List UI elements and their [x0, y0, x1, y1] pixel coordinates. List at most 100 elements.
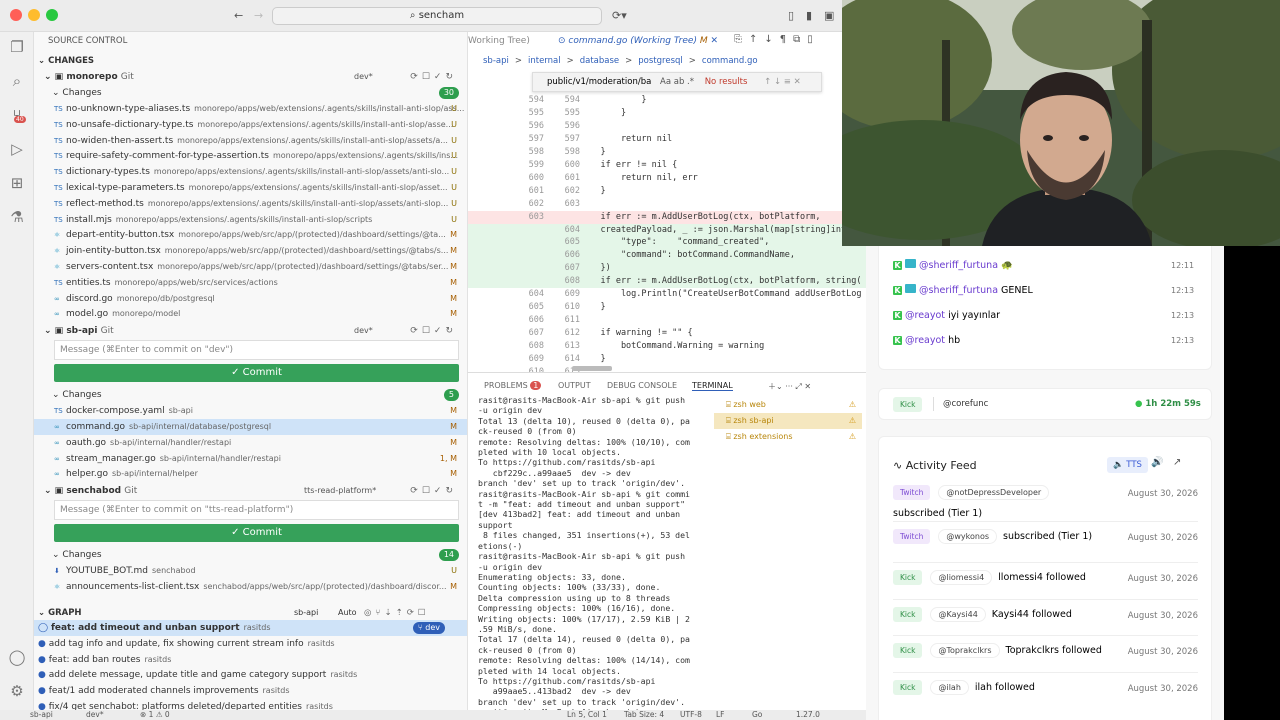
- event-user[interactable]: @Kaysi44: [930, 607, 986, 622]
- file-item[interactable]: ∞ model.go monorepo/model M: [34, 306, 467, 322]
- volume-icon[interactable]: 🔊: [1151, 457, 1163, 468]
- repo-actions-icon[interactable]: ⟳☐✓↻: [410, 483, 457, 499]
- account-icon[interactable]: ◯: [8, 648, 26, 666]
- file-item[interactable]: ∞ discord.go monorepo/db/postgresql M: [34, 291, 467, 307]
- tab-terminal[interactable]: TERMINAL: [692, 381, 733, 391]
- layout-sidebar-icon[interactable]: ▯: [788, 9, 794, 22]
- file-item[interactable]: ⚛ announcements-list-client.tsx senchabod/…: [34, 579, 467, 595]
- file-item[interactable]: TS no-unknown-type-aliases.ts monorepo/app…: [34, 101, 467, 117]
- terminal-instance[interactable]: ⌸ zsh sb-api ⚠: [714, 413, 862, 429]
- event-user[interactable]: @wykonos: [938, 529, 998, 544]
- chat-user[interactable]: @sheriff_furtuna: [919, 260, 998, 271]
- file-item[interactable]: TS dictionary-types.ts monorepo/apps/exten…: [34, 164, 467, 180]
- find-input[interactable]: public/v1/moderation/ba: [547, 77, 651, 87]
- chat-user[interactable]: @reayot: [905, 335, 945, 346]
- close-window-button[interactable]: [10, 9, 22, 21]
- code-line[interactable]: 599 600 if err != nil {: [468, 159, 866, 172]
- breadcrumb-item[interactable]: database: [580, 56, 619, 66]
- command-search-box[interactable]: ⌕ sencham: [272, 7, 602, 25]
- file-item[interactable]: TS no-unsafe-dictionary-type.ts monorepo/a…: [34, 117, 467, 133]
- code-line[interactable]: 603 if err := m.AddUserBotLog(ctx, botPl…: [468, 210, 866, 224]
- chat-user[interactable]: @sheriff_furtuna: [919, 285, 998, 296]
- tab-problems[interactable]: PROBLEMS 1: [484, 381, 542, 390]
- terminal-actions[interactable]: ＋⌄ ··· ⤢ ✕: [768, 381, 811, 392]
- extensions-icon[interactable]: ⊞: [8, 174, 26, 192]
- code-line[interactable]: 602 603: [468, 198, 866, 211]
- code-line[interactable]: 605 "type": "command_created",: [468, 236, 866, 250]
- open-external-icon[interactable]: ↗: [1173, 457, 1181, 468]
- run-debug-icon[interactable]: ▷: [8, 140, 26, 158]
- file-item[interactable]: ⚛ join-entity-button.tsx monorepo/apps/web…: [34, 243, 467, 259]
- code-line[interactable]: 600 601 return nil, err: [468, 172, 866, 185]
- file-item[interactable]: TS entities.ts monorepo/apps/web/src/servi…: [34, 275, 467, 291]
- search-icon[interactable]: ⌕: [8, 72, 26, 90]
- repo-header-monorepo[interactable]: ⌄ ▣ monorepo Git dev* ⟳☐✓↻: [34, 69, 467, 85]
- event-user[interactable]: @notDepressDeveloper: [938, 485, 1050, 500]
- breadcrumb-item[interactable]: command.go: [702, 56, 758, 66]
- file-item[interactable]: ∞ command.go sb-api/internal/database/post…: [34, 419, 467, 435]
- status-tab-size[interactable]: Tab Size: 4: [624, 710, 664, 720]
- file-item[interactable]: TS reflect-method.ts monorepo/apps/extensi…: [34, 196, 467, 212]
- stream-channel[interactable]: @corefunc: [943, 399, 988, 409]
- editor-actions[interactable]: ⎘↑↓¶⧉▯: [734, 34, 820, 45]
- commit-message-input[interactable]: Message (⌘Enter to commit on "tts-read-p…: [54, 500, 459, 521]
- graph-repo[interactable]: sb-api: [294, 605, 318, 621]
- status-version[interactable]: 1.27.0: [796, 710, 820, 720]
- event-user[interactable]: @liomessi4: [930, 570, 993, 585]
- graph-commit[interactable]: ● add delete message, update title and g…: [34, 667, 467, 683]
- layout-customize-icon[interactable]: ▣: [824, 9, 834, 22]
- file-item[interactable]: ∞ oauth.go sb-api/internal/handler/restapi…: [34, 435, 467, 451]
- code-line[interactable]: 608 613 botCommand.Warning = warning: [468, 340, 866, 353]
- graph-commit[interactable]: ● add tag info and update, fix showing c…: [34, 636, 467, 652]
- graph-mode[interactable]: Auto: [338, 605, 357, 621]
- editor-scrollbar[interactable]: [572, 366, 612, 371]
- code-line[interactable]: 607 }): [468, 262, 866, 276]
- tab-command-go[interactable]: ⊙ command.go (Working Tree) M ✕: [558, 32, 738, 50]
- file-item[interactable]: ⚛ servers-content.tsx monorepo/apps/web/sr…: [34, 259, 467, 275]
- repo-header-senchabod[interactable]: ⌄ ▣ senchabod Git tts-read-platform* ⟳☐✓↻: [34, 483, 467, 499]
- code-line[interactable]: 601 602 }: [468, 185, 866, 198]
- status-repo[interactable]: sb-api: [30, 710, 53, 720]
- code-line[interactable]: 598 598 }: [468, 146, 866, 159]
- code-line[interactable]: 606 "command": botCommand.CommandName,: [468, 249, 866, 263]
- graph-actions-icon[interactable]: ◎⑂⇣⇡⟳☐: [364, 605, 430, 621]
- changes-group-senchabod[interactable]: ⌄ Changes 14: [34, 547, 467, 563]
- code-line[interactable]: 608 if err := m.AddUserBotLog(ctx, botPl…: [468, 275, 866, 289]
- commit-message-input[interactable]: Message (⌘Enter to commit on "dev"): [54, 340, 459, 361]
- tab-debug-console[interactable]: DEBUG CONSOLE: [607, 381, 677, 390]
- file-item[interactable]: TS require-safety-comment-for-type-assert…: [34, 148, 467, 164]
- file-item[interactable]: ⚛ depart-entity-button.tsx monorepo/apps/w…: [34, 227, 467, 243]
- find-options-icon[interactable]: Aa ab .*: [660, 77, 694, 87]
- layout-panel-icon[interactable]: ▮: [806, 9, 812, 22]
- code-line[interactable]: 609 614 }: [468, 353, 866, 366]
- code-line[interactable]: 594 594 }: [468, 94, 866, 107]
- repo-actions-icon[interactable]: ⟳☐✓↻: [410, 69, 457, 85]
- breadcrumb-item[interactable]: postgresql: [638, 56, 682, 66]
- chat-user[interactable]: @reayot: [905, 310, 945, 321]
- back-arrow-icon[interactable]: ←: [234, 9, 243, 22]
- tts-toggle[interactable]: 🔈 TTS: [1107, 457, 1148, 473]
- file-item[interactable]: TS lexical-type-parameters.ts monorepo/app…: [34, 180, 467, 196]
- terminal-output[interactable]: rasit@rasits-MacBook-Air sb-api % git pu…: [478, 395, 714, 710]
- status-encoding[interactable]: UTF-8: [680, 710, 702, 720]
- minimize-window-button[interactable]: [28, 9, 40, 21]
- code-line[interactable]: 596 596: [468, 120, 866, 133]
- explorer-icon[interactable]: ❐: [8, 38, 26, 56]
- breadcrumb-item[interactable]: internal: [528, 56, 561, 66]
- testing-icon[interactable]: ⚗: [8, 208, 26, 226]
- tab-working-tree-prev[interactable]: Working Tree): [468, 32, 530, 50]
- graph-section-header[interactable]: ⌄ GRAPH sb-api Auto ◎⑂⇣⇡⟳☐: [34, 605, 467, 621]
- status-position[interactable]: Ln 5, Col 1: [567, 710, 607, 720]
- graph-commit[interactable]: ● feat/1 add moderated channels improvem…: [34, 683, 467, 699]
- event-user[interactable]: @Toprakclkrs: [930, 643, 1000, 658]
- settings-gear-icon[interactable]: ⚙: [8, 682, 26, 700]
- changes-section-title[interactable]: ⌄ CHANGES: [38, 53, 471, 69]
- code-line[interactable]: 605 610 }: [468, 301, 866, 314]
- graph-commit[interactable]: ● feat: add ban routes rasitds: [34, 652, 467, 668]
- event-user[interactable]: @ilah: [930, 680, 969, 695]
- code-line[interactable]: 607 612 if warning != "" {: [468, 327, 866, 340]
- repo-branch[interactable]: dev*: [354, 323, 373, 339]
- repo-header-sb-api[interactable]: ⌄ ▣ sb-api Git dev* ⟳☐✓↻: [34, 323, 467, 339]
- file-item[interactable]: TS no-widen-then-assert.ts monorepo/apps/e…: [34, 133, 467, 149]
- graph-commit[interactable]: ◯ feat: add timeout and unban support ras…: [34, 620, 467, 636]
